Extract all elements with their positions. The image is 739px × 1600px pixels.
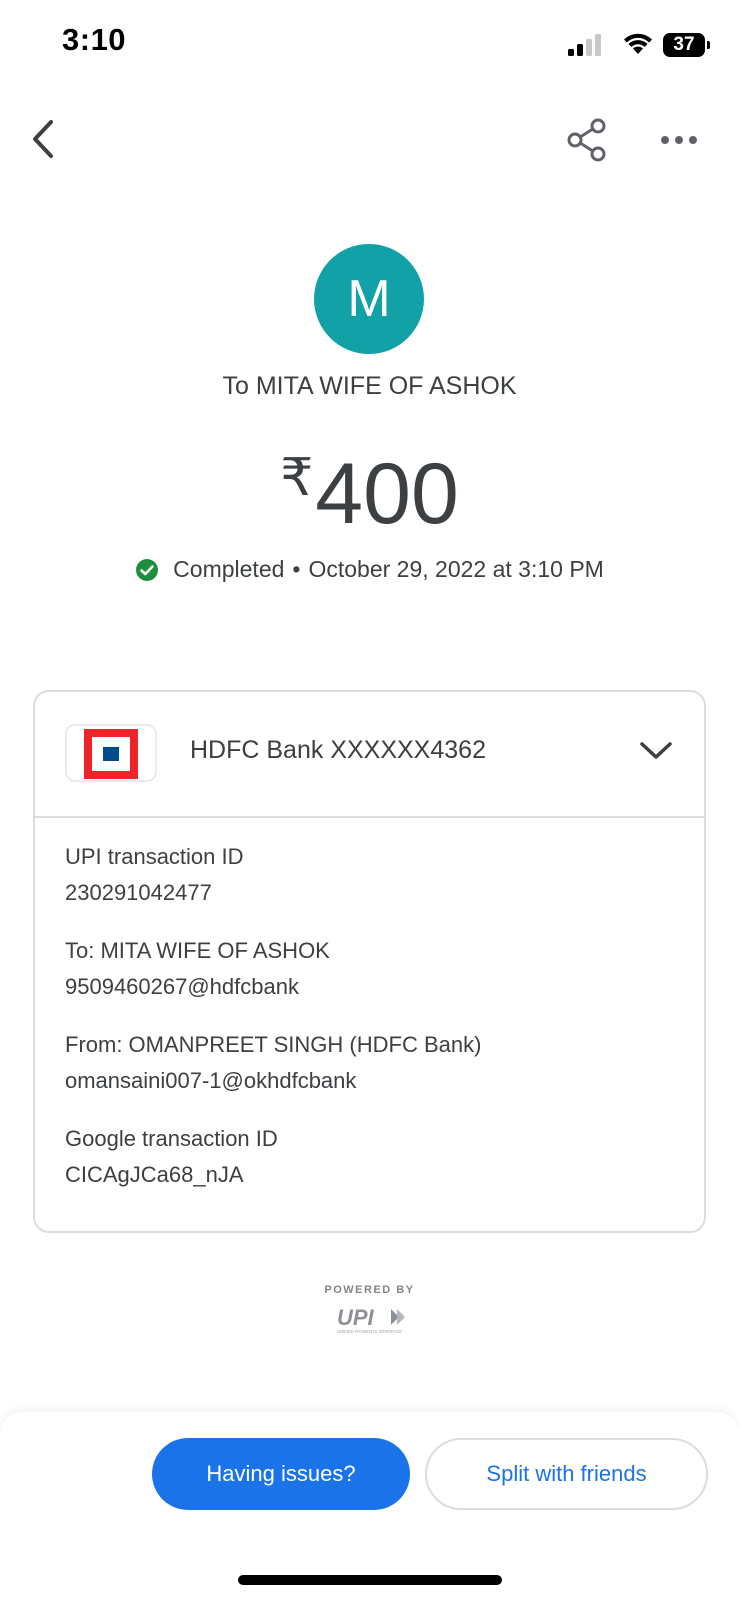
currency-symbol: ₹ [280,449,314,507]
google-transaction-id-label: Google transaction ID [65,1126,278,1151]
to-upi-id-value[interactable]: 9509460267@hdfcbank [65,974,299,1000]
from-upi-id-value[interactable]: omansaini007-1@okhdfcbank [65,1068,356,1094]
share-icon[interactable] [566,118,608,162]
having-issues-button[interactable]: Having issues? [152,1438,410,1510]
to-label: To: MITA WIFE OF ASHOK [65,938,330,963]
back-icon[interactable] [24,116,68,162]
check-circle-icon [136,558,159,581]
battery-icon: 37 [663,33,711,57]
chevron-down-icon[interactable] [639,740,673,762]
battery-level: 37 [663,33,705,57]
recipient-avatar: M [314,244,424,354]
more-options-icon[interactable] [660,128,698,152]
upi-logo: UPI UNIFIED PAYMENTS INTERFACE [337,1305,405,1334]
home-indicator[interactable] [238,1575,502,1585]
wifi-icon [624,33,652,54]
bank-account-name: HDFC Bank XXXXXX4362 [190,736,486,764]
transaction-details-card: HDFC Bank XXXXXX4362 UPI transaction ID … [33,690,706,1233]
payment-status: Completed [173,556,285,582]
amount-value: 400 [315,446,459,542]
hdfc-logo-icon [84,729,138,779]
upi-tagline: UNIFIED PAYMENTS INTERFACE [337,1329,402,1334]
split-with-friends-button[interactable]: Split with friends [425,1438,708,1510]
payment-status-line: Completed • October 29, 2022 at 3:10 PM [0,556,739,583]
payment-datetime: October 29, 2022 at 3:10 PM [308,556,604,582]
upi-transaction-id-value[interactable]: 230291042477 [65,880,212,906]
google-transaction-id-value[interactable]: CICAgJCa68_nJA [65,1162,244,1188]
status-separator: • [292,556,301,582]
recipient-name: To MITA WIFE OF ASHOK [222,372,517,400]
bank-logo [65,724,157,782]
upi-logo-text: UPI [337,1305,375,1330]
status-bar-time: 3:10 [62,22,127,57]
powered-by-label: POWERED BY [324,1284,415,1296]
upi-transaction-id-label: UPI transaction ID [65,844,244,869]
bank-account-row[interactable]: HDFC Bank XXXXXX4362 [35,692,704,818]
payment-amount: ₹400 [0,428,739,544]
from-label: From: OMANPREET SINGH (HDFC Bank) [65,1032,482,1057]
cellular-signal-icon [568,34,601,56]
